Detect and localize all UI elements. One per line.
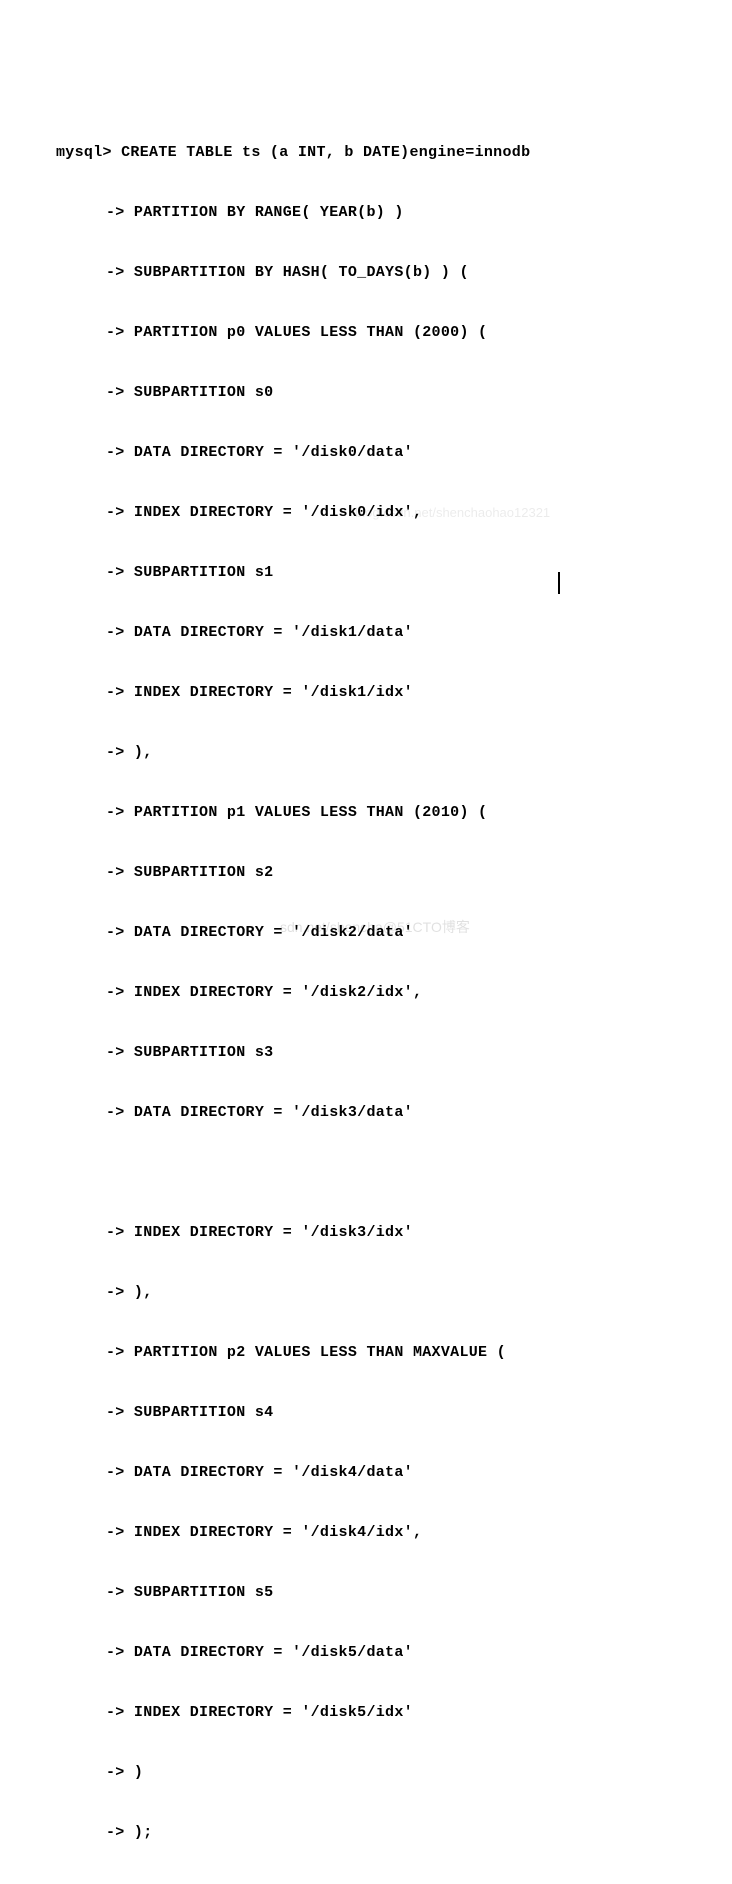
sql-line: -> INDEX DIRECTORY = '/disk4/idx', — [6, 1518, 732, 1548]
sql-line: -> PARTITION p2 VALUES LESS THAN MAXVALU… — [6, 1338, 732, 1368]
text-cursor-icon — [558, 572, 560, 594]
sql-line: -> DATA DIRECTORY = '/disk0/data' — [6, 438, 732, 468]
sql-line: -> SUBPARTITION s5 — [6, 1578, 732, 1608]
sql-line: -> DATA DIRECTORY = '/disk5/data' — [6, 1638, 732, 1668]
sql-line: mysql> CREATE TABLE ts (a INT, b DATE)en… — [6, 138, 732, 168]
sql-line: -> INDEX DIRECTORY = '/disk5/idx' — [6, 1698, 732, 1728]
sql-line: -> ), — [6, 1278, 732, 1308]
sql-line: -> SUBPARTITION s2 — [6, 858, 732, 888]
sql-line: -> INDEX DIRECTORY = '/disk3/idx' — [6, 1218, 732, 1248]
sql-line: -> INDEX DIRECTORY = '/disk2/idx', — [6, 978, 732, 1008]
sql-line: -> ) — [6, 1758, 732, 1788]
sql-line: -> PARTITION p0 VALUES LESS THAN (2000) … — [6, 318, 732, 348]
sql-line: -> SUBPARTITION s4 — [6, 1398, 732, 1428]
blank-gap — [6, 1158, 732, 1188]
sql-line: -> PARTITION BY RANGE( YEAR(b) ) — [6, 198, 732, 228]
watermark-text: sdn.net/shencha@51CTO博客 — [280, 913, 470, 941]
sql-line: -> DATA DIRECTORY = '/disk3/data' — [6, 1098, 732, 1128]
sql-line: -> ), — [6, 738, 732, 768]
sql-line: -> DATA DIRECTORY = '/disk4/data' — [6, 1458, 732, 1488]
sql-line: -> DATA DIRECTORY = '/disk1/data' — [6, 618, 732, 648]
watermark-text: blog.csdn.net/shenchaohao12321 — [355, 500, 550, 526]
sql-line: -> PARTITION p1 VALUES LESS THAN (2010) … — [6, 798, 732, 828]
sql-line: -> ); — [6, 1818, 732, 1848]
sql-line: -> SUBPARTITION s3 — [6, 1038, 732, 1068]
sql-line: -> SUBPARTITION s1 — [6, 558, 732, 588]
sql-line: -> INDEX DIRECTORY = '/disk1/idx' — [6, 678, 732, 708]
sql-line: -> SUBPARTITION BY HASH( TO_DAYS(b) ) ( — [6, 258, 732, 288]
sql-line: -> SUBPARTITION s0 — [6, 378, 732, 408]
sql-result-line: Query OK, 0 rows affected (0.02 sec) — [6, 1878, 732, 1884]
